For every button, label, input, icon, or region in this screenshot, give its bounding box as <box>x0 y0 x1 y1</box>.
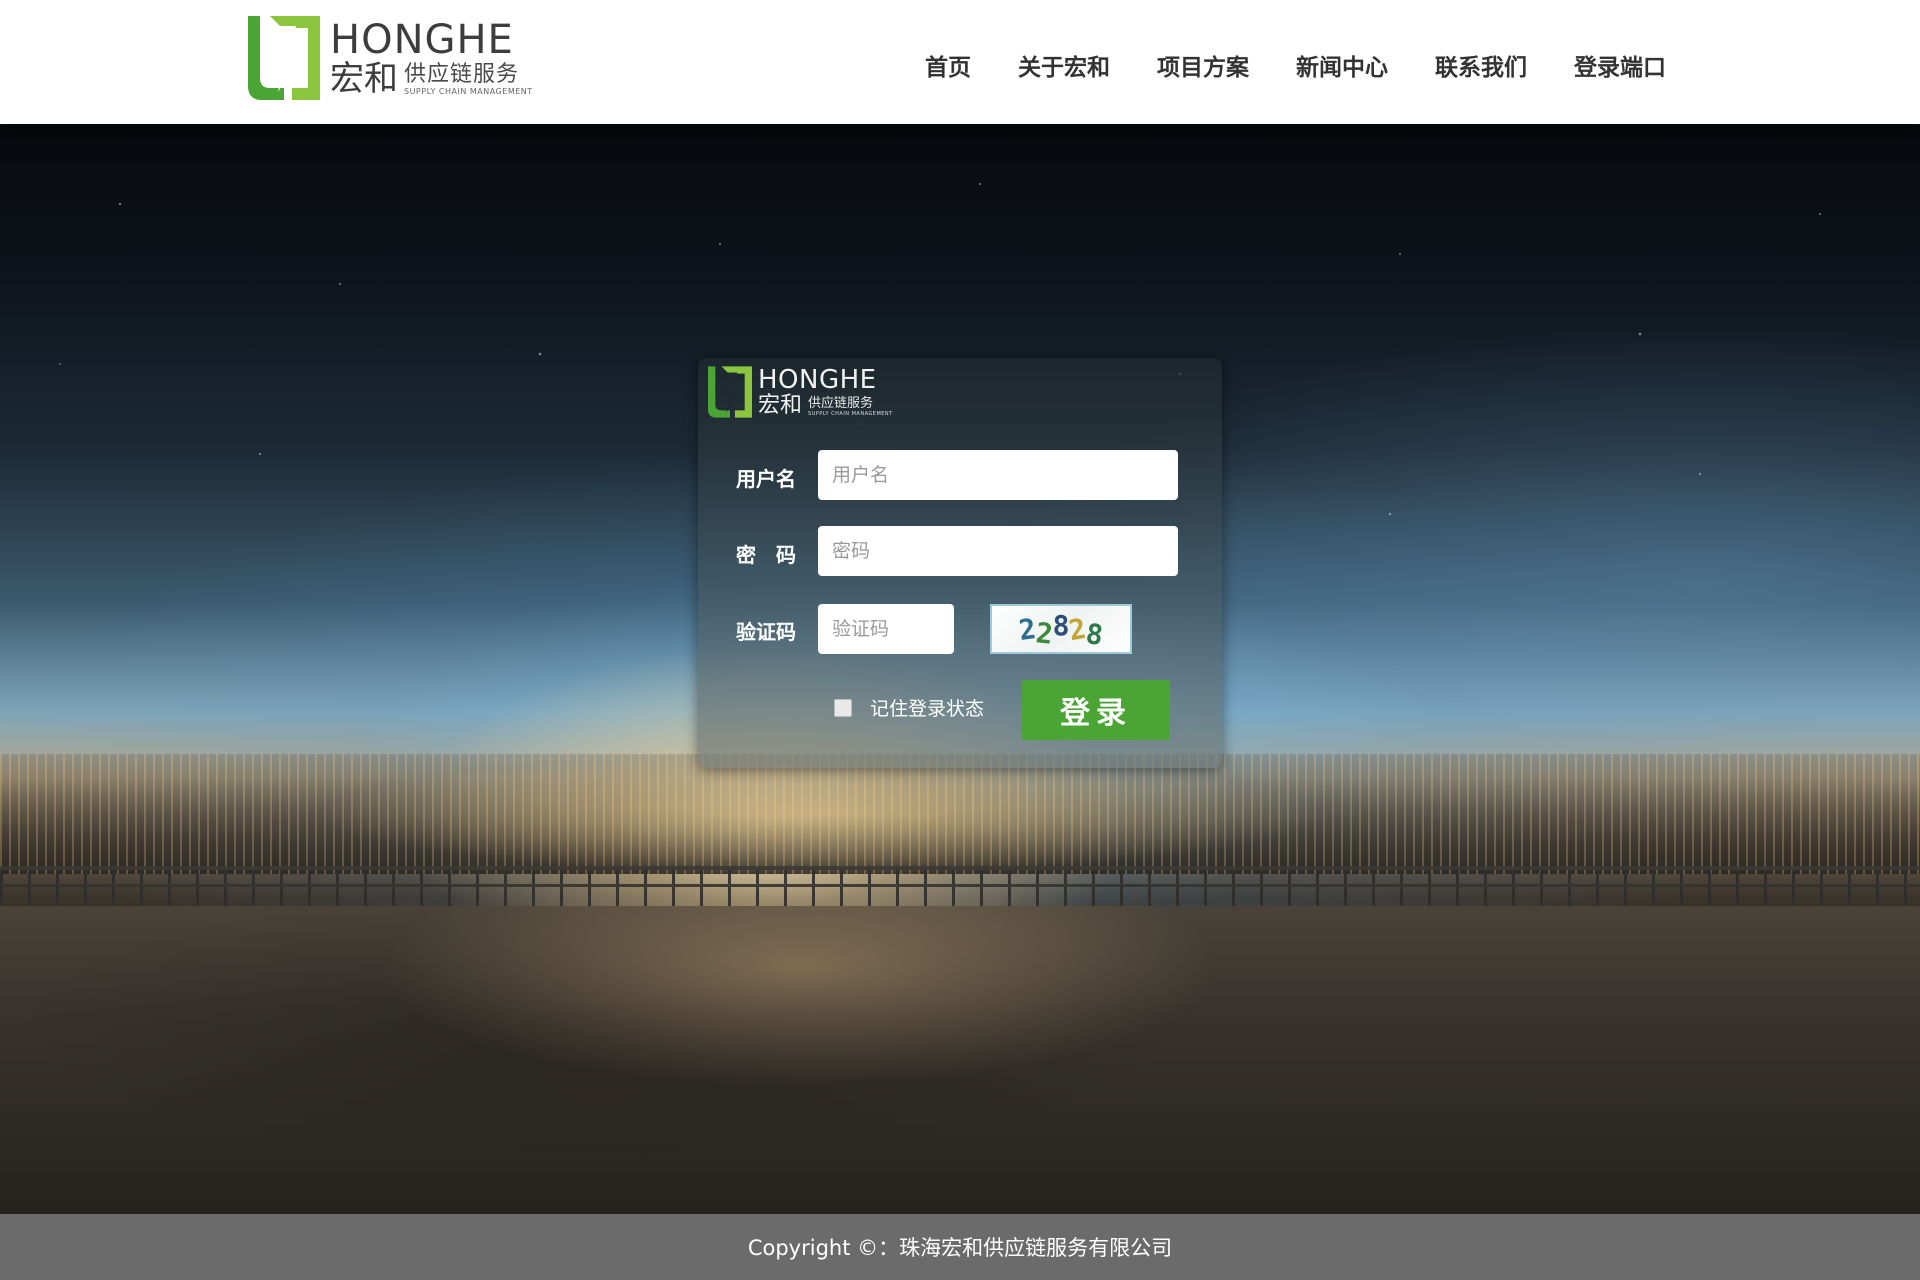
panel-logo: HONGHE 宏和 供应链服务 SUPPLY CHAIN MANAGEMENT <box>708 366 893 418</box>
login-page: HONGHE 宏和 供应链服务 SUPPLY CHAIN MANAGEMENT … <box>0 0 1920 1280</box>
panel-logo-tagline-cn: 供应链服务 <box>808 396 874 411</box>
logo-text: HONGHE 宏和 供应链服务 SUPPLY CHAIN MANAGEMENT <box>330 20 533 96</box>
password-input[interactable] <box>818 526 1178 576</box>
nav-item-contact[interactable]: 联系我们 <box>1435 48 1527 82</box>
site-logo[interactable]: HONGHE 宏和 供应链服务 SUPPLY CHAIN MANAGEMENT <box>248 16 533 100</box>
panel-logo-mark-icon <box>708 366 752 418</box>
remember-checkbox[interactable] <box>834 698 852 717</box>
password-label: 密 码 <box>736 543 796 567</box>
logo-name-cn: 宏和 <box>330 59 398 99</box>
nav-item-about[interactable]: 关于宏和 <box>1018 48 1110 82</box>
captcha-input[interactable] <box>818 604 954 654</box>
panel-logo-name-en: HONGHE <box>758 365 877 395</box>
main-nav: 首页 关于宏和 项目方案 新闻中心 联系我们 登录端口 <box>925 48 1713 82</box>
remember-me: 记住登录状态 <box>834 694 984 721</box>
nav-item-login-portal[interactable]: 登录端口 <box>1574 48 1666 82</box>
logo-name-en: HONGHE <box>330 17 514 63</box>
logo-tagline-en: SUPPLY CHAIN MANAGEMENT <box>404 87 533 96</box>
nav-item-news[interactable]: 新闻中心 <box>1296 48 1388 82</box>
city-lights <box>0 754 1920 874</box>
captcha-image[interactable]: 2 2 8 2 8 <box>990 604 1132 654</box>
logo-cn-row: 宏和 供应链服务 SUPPLY CHAIN MANAGEMENT <box>330 62 533 96</box>
panel-logo-tagline: 供应链服务 SUPPLY CHAIN MANAGEMENT <box>808 397 893 417</box>
username-label: 用户名 <box>736 467 796 491</box>
nav-item-projects[interactable]: 项目方案 <box>1157 48 1249 82</box>
captcha-char: 2 <box>1034 615 1055 651</box>
panel-logo-cn-row: 宏和 供应链服务 SUPPLY CHAIN MANAGEMENT <box>758 395 893 417</box>
asphalt-ground <box>0 906 1920 1214</box>
site-footer: Copyright ©：珠海宏和供应链服务有限公司 <box>0 1214 1920 1280</box>
remember-label: 记住登录状态 <box>870 698 985 720</box>
site-header: HONGHE 宏和 供应链服务 SUPPLY CHAIN MANAGEMENT … <box>0 0 1920 124</box>
login-panel: HONGHE 宏和 供应链服务 SUPPLY CHAIN MANAGEMENT … <box>698 358 1222 768</box>
logo-tagline-cn: 供应链服务 <box>404 62 520 87</box>
panel-logo-text: HONGHE 宏和 供应链服务 SUPPLY CHAIN MANAGEMENT <box>758 367 893 417</box>
captcha-char: 8 <box>1084 616 1106 652</box>
panel-logo-tagline-en: SUPPLY CHAIN MANAGEMENT <box>808 411 893 417</box>
panel-logo-name-cn: 宏和 <box>758 393 803 418</box>
login-button[interactable]: 登录 <box>1022 680 1170 740</box>
logo-tagline: 供应链服务 SUPPLY CHAIN MANAGEMENT <box>404 64 533 96</box>
logo-mark-icon <box>248 16 320 100</box>
railing <box>0 866 1920 906</box>
nav-item-home[interactable]: 首页 <box>925 48 971 82</box>
copyright-text: Copyright ©：珠海宏和供应链服务有限公司 <box>747 1236 1173 1260</box>
captcha-label: 验证码 <box>736 620 796 644</box>
username-input[interactable] <box>818 450 1178 500</box>
